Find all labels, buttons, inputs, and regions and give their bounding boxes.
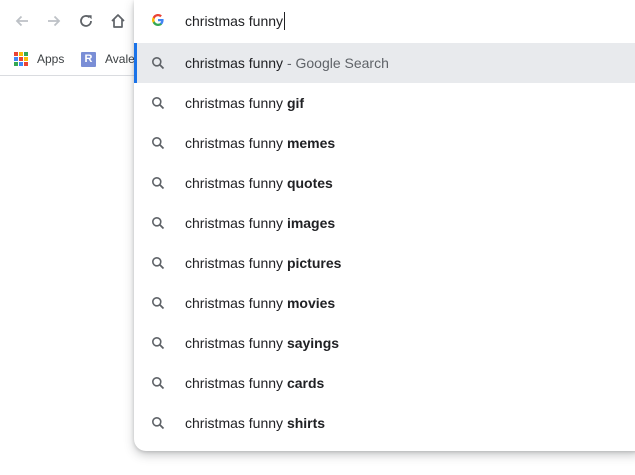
google-g-icon [151,13,165,30]
suggestion-item[interactable]: christmas funny shirts [134,403,635,443]
suggestion-prefix: christmas funny [185,215,284,231]
r-logo-icon: R [81,51,96,67]
suggestion-completion: images [286,215,336,231]
suggestion-item[interactable]: christmas funny movies [134,283,635,323]
text-caret [284,12,286,30]
suggestion-text: christmas funny - Google Search [185,55,389,71]
suggestion-text: christmas funny movies [185,295,335,311]
reload-icon [80,15,92,27]
suggestion-text: christmas funny memes [185,135,335,151]
suggestion-completion: sayings [286,335,340,351]
suggestion-item[interactable]: christmas funny images [134,203,635,243]
suggestion-item[interactable]: christmas funny gif [134,83,635,123]
suggestion-prefix: christmas funny [185,335,284,351]
suggestion-item[interactable]: christmas funny pictures [134,243,635,283]
suggestion-prefix: christmas funny [185,415,284,431]
forward-button[interactable] [40,7,68,35]
omnibox[interactable]: christmas funny [134,0,635,43]
suggestion-item[interactable]: christmas funny memes [134,123,635,163]
suggestion-secondary: - Google Search [286,55,389,71]
search-icon [152,377,165,390]
bookmark-avale-label: Avale [105,52,135,66]
suggestion-text: christmas funny gif [185,95,304,111]
suggestion-text: christmas funny cards [185,375,324,391]
suggestion-prefix: christmas funny [185,95,284,111]
search-icon [152,337,165,350]
suggestion-prefix: christmas funny [185,295,284,311]
suggestion-completion: cards [286,375,325,391]
search-icon [152,297,165,310]
suggestion-prefix: christmas funny [185,135,284,151]
suggestion-completion: quotes [286,175,333,191]
suggestion-prefix: christmas funny [185,175,284,191]
bookmark-avale[interactable]: R Avale [81,48,135,70]
search-icon [152,257,165,270]
suggestion-prefix: christmas funny [185,375,284,391]
search-icon [152,137,165,150]
suggestion-item[interactable]: christmas funny sayings [134,323,635,363]
suggestion-text: christmas funny images [185,215,335,231]
home-button[interactable] [104,7,132,35]
search-icon [152,97,165,110]
search-icon [152,217,165,230]
suggestion-text: christmas funny shirts [185,415,325,431]
arrow-left-icon [15,15,28,27]
suggestion-prefix: christmas funny [185,255,284,271]
reload-button[interactable] [72,7,100,35]
bookmark-apps[interactable]: Apps [14,48,64,70]
omnibox-input[interactable]: christmas funny [185,12,286,30]
home-icon [111,14,125,28]
search-icon [152,417,165,430]
suggestion-completion: movies [286,295,336,311]
omnibox-value: christmas funny [185,13,284,29]
suggestion-completion: shirts [286,415,326,431]
suggestion-item[interactable]: christmas funny cards [134,363,635,403]
suggestion-completion: memes [286,135,336,151]
suggestion-text: christmas funny quotes [185,175,333,191]
suggestion-prefix: christmas funny [185,55,284,71]
search-icon [152,177,165,190]
omnibox-dropdown: christmas funny christmas funny - Google… [134,0,635,451]
back-button[interactable] [8,7,36,35]
arrow-right-icon [48,15,61,27]
suggestion-list: christmas funny - Google Search christmas… [134,43,635,443]
suggestion-item[interactable]: christmas funny - Google Search [134,43,635,83]
search-icon [152,57,165,70]
suggestion-item[interactable]: christmas funny quotes [134,163,635,203]
suggestion-completion: gif [286,95,305,111]
suggestion-text: christmas funny sayings [185,335,339,351]
apps-grid-icon [14,52,28,66]
bookmark-apps-label: Apps [37,52,65,66]
suggestion-text: christmas funny pictures [185,255,341,271]
suggestion-completion: pictures [286,255,342,271]
